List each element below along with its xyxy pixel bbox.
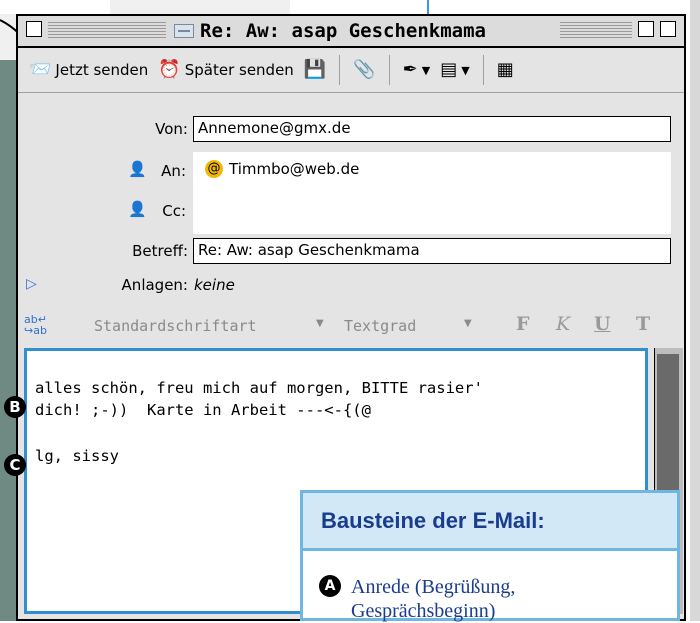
body-line: lg, sissy [35,447,119,465]
send-later-button[interactable]: ⏰ Später senden [155,59,297,81]
at-sign-icon: @ [205,160,223,178]
attach-button[interactable]: 📎 [350,59,378,81]
send-later-icon: ⏰ [158,59,181,80]
save-icon: 💾 [303,59,327,80]
address-book-icon: ▦ [496,59,514,80]
window-title: Re: Aw: asap Geschenkmama [166,18,494,44]
window-title-text: Re: Aw: asap Geschenkmama [200,20,486,42]
subject-label: Betreff: [132,242,188,260]
save-button[interactable]: 💾 [301,59,329,81]
document-icon [174,24,194,38]
scrollbar-thumb[interactable] [657,354,679,494]
to-value: Timmbo@web.de [229,160,360,178]
toolbar-separator [339,55,341,85]
attachments-value: keine [194,276,235,294]
send-now-button[interactable]: 📨 Jetzt senden [26,59,151,81]
size-select[interactable]: Textgrad [344,317,416,335]
options-button[interactable]: ▤ ▼ [437,59,472,81]
info-item-a-text: Anrede (Begrüßung, Gesprächsbeginn) [351,576,516,622]
italic-button[interactable]: K [556,313,570,335]
info-box: Bausteine der E-Mail: A Anrede (Begrüßun… [300,490,680,623]
toolbar-separator [388,55,390,85]
close-box-icon[interactable] [26,21,42,37]
spellcheck-icon[interactable]: ab↵ ↪ab [24,314,47,336]
marker-b: B [4,396,26,418]
title-stripes [48,22,166,38]
body-line: alles schön, freu mich auf morgen, BITTE… [35,379,483,397]
chevron-down-icon[interactable]: ▼ [464,318,472,329]
send-later-label: Später senden [184,61,294,79]
from-label: Von: [155,120,188,138]
toolbar: 📨 Jetzt senden ⏰ Später senden 💾 📎 ✒ ▼ ▤ ▼… [18,48,684,93]
collapse-box-icon[interactable] [660,21,676,37]
cc-label: Cc: [162,202,186,220]
chevron-down-icon: ▼ [421,63,431,77]
recipients-list[interactable]: @ Timmbo@web.de [193,152,671,234]
marker-a: A [319,575,341,597]
info-item-a: A Anrede (Begrüßung, Gesprächsbeginn) [319,575,651,623]
subject-field[interactable]: Re: Aw: asap Geschenkmama [193,238,671,264]
attachments-label: Anlagen: [121,276,188,294]
signature-button[interactable]: ✒ ▼ [400,59,434,81]
info-box-title: Bausteine der E-Mail: [303,493,677,551]
bold-button[interactable]: F [516,313,530,335]
format-bar: ab↵ ↪ab Standardschriftart ▼ Textgrad ▼ F… [18,308,684,342]
paperclip-icon: 📎 [353,59,376,80]
zoom-box-icon[interactable] [638,21,654,37]
from-field[interactable]: Annemone@gmx.de [193,116,671,142]
title-bar[interactable]: Re: Aw: asap Geschenkmama [18,16,684,48]
pen-icon: ✒ [402,59,418,80]
decorative-rule [427,0,429,14]
disclosure-triangle-icon[interactable]: ▷ [26,276,37,292]
font-select[interactable]: Standardschriftart [94,317,257,335]
to-label: An: [161,162,186,180]
address-book-button[interactable]: ▦ [494,59,517,81]
send-now-label: Jetzt senden [55,61,149,79]
recipient-item[interactable]: @ Timmbo@web.de [205,160,359,178]
options-icon: ▤ [440,59,458,80]
background-right-strip [690,0,700,621]
toolbar-separator [482,55,484,85]
underline-button[interactable]: U [594,313,611,335]
person-icon: 👤 [128,200,147,218]
person-icon: 👤 [128,160,147,178]
title-stripes-right [560,22,632,38]
send-now-icon: 📨 [29,59,52,80]
body-line: dich! ;-)) Karte in Arbeit ---<-{(@ [35,401,371,419]
marker-c: C [4,454,26,476]
text-button[interactable]: T [636,313,650,335]
chevron-down-icon: ▼ [461,63,470,77]
chevron-down-icon[interactable]: ▼ [316,318,324,329]
